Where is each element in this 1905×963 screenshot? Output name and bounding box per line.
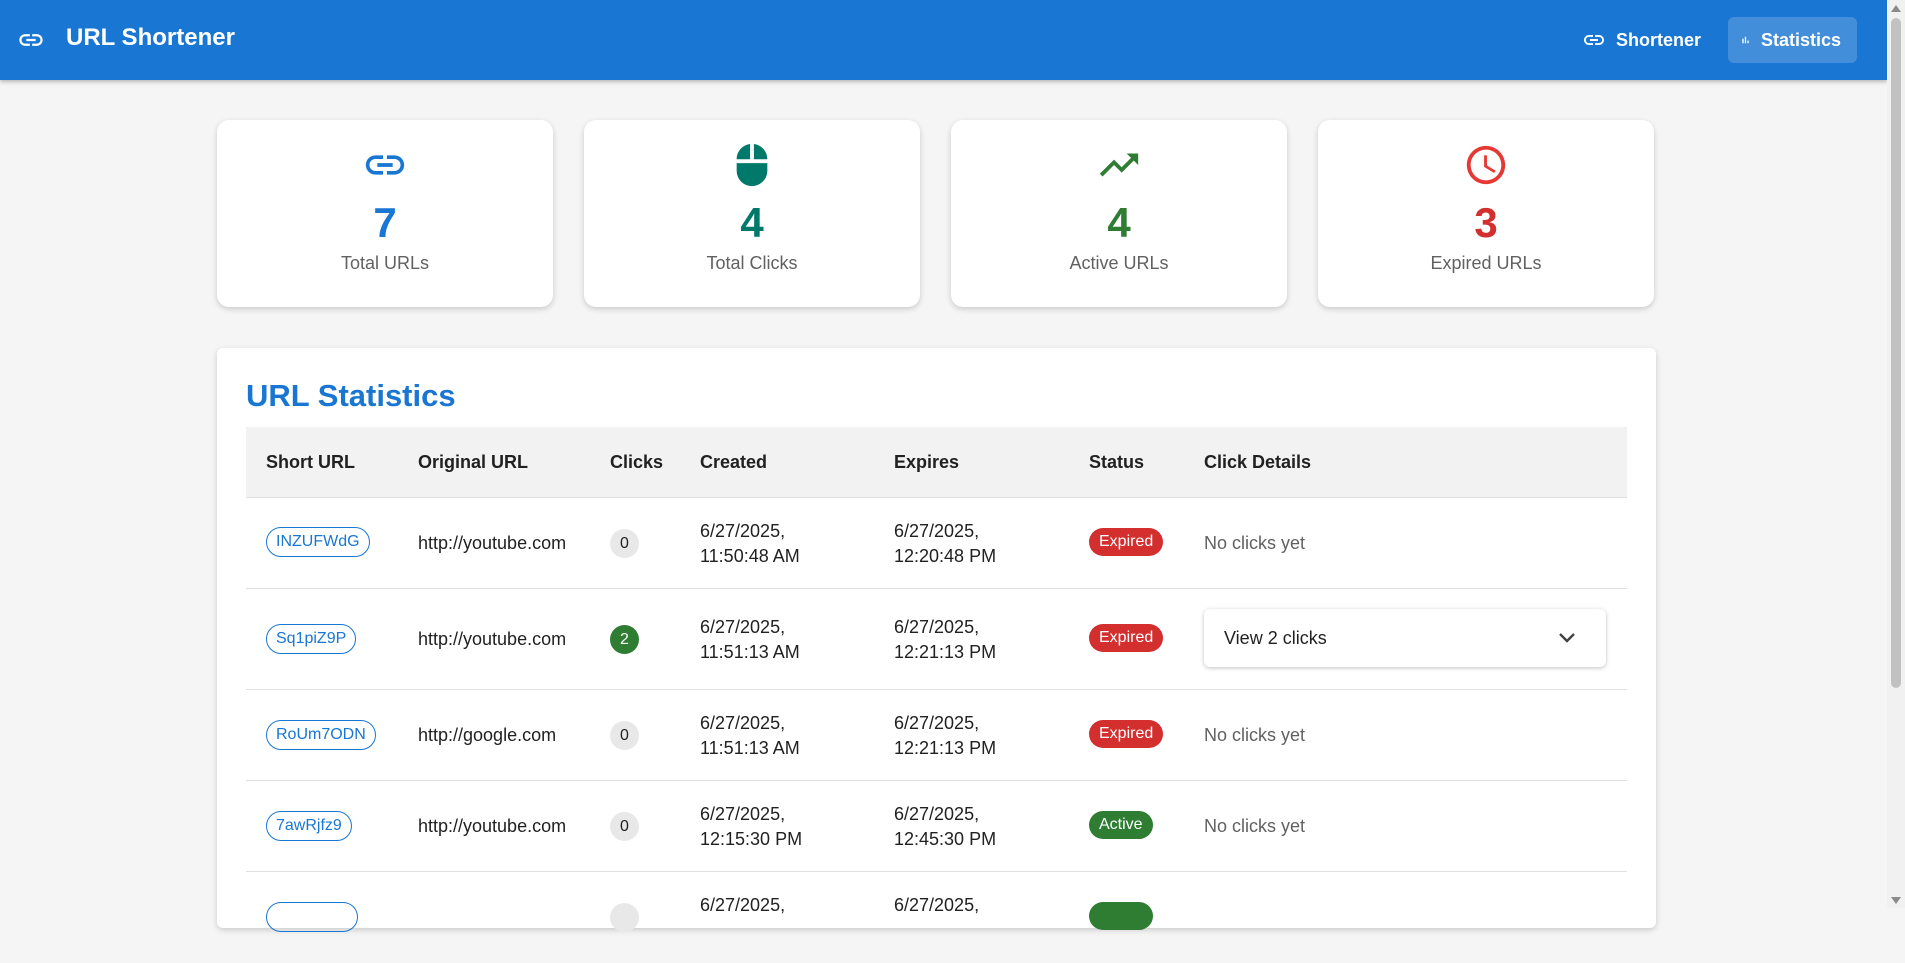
short-url-chip[interactable]: Sq1piZ9P — [266, 624, 357, 654]
app-title: URL Shortener — [66, 24, 235, 51]
stat-card-total-urls: 7 Total URLs — [217, 120, 553, 307]
header-expires: Expires — [894, 452, 960, 472]
table-row: RoUm7ODN http://google.com 0 6/27/2025, … — [246, 690, 1627, 781]
short-url-chip[interactable] — [266, 902, 358, 932]
stat-card-active-urls: 4 Active URLs — [951, 120, 1287, 307]
created-time: 11:51:13 AM — [700, 642, 800, 662]
original-url: http://youtube.com — [418, 629, 567, 649]
created-date: 6/27/2025, — [700, 617, 786, 637]
original-url: http://youtube.com — [418, 816, 567, 836]
stat-label: Total Clicks — [706, 253, 798, 273]
stat-label: Expired URLs — [1430, 253, 1542, 273]
header-short-url: Short URL — [266, 452, 355, 472]
short-url-chip[interactable]: 7awRjfz9 — [266, 811, 352, 841]
bar-chart-icon — [1742, 36, 1749, 44]
stat-value: 3 — [1474, 199, 1498, 246]
url-statistics-panel: URL Statistics Short URL Original URL Cl… — [217, 348, 1656, 932]
status-badge: Active — [1089, 811, 1153, 839]
nav-shortener-button[interactable]: Shortener — [1570, 17, 1717, 63]
expires-time: 12:21:13 PM — [894, 738, 997, 758]
chevron-down-icon — [1559, 633, 1575, 643]
stat-value: 7 — [373, 199, 397, 246]
click-count-badge — [610, 903, 639, 932]
trending-up-icon — [1099, 153, 1139, 177]
click-count-badge: 0 — [610, 812, 639, 841]
created-time: 12:15:30 PM — [700, 829, 803, 849]
page-scrollbar[interactable] — [1887, 0, 1905, 908]
created-date: 6/27/2025, — [700, 895, 786, 915]
created-date: 6/27/2025, — [700, 521, 786, 541]
scroll-down-arrow[interactable] — [1891, 897, 1901, 904]
nav-statistics-label: Statistics — [1760, 29, 1841, 50]
click-count-badge: 2 — [610, 625, 639, 654]
created-time: 11:51:13 AM — [700, 738, 800, 758]
stat-label: Active URLs — [1069, 253, 1169, 273]
mouse-icon — [736, 144, 768, 187]
app-bar: URL Shortener Shortener Statistics — [0, 0, 1887, 80]
stat-value: 4 — [740, 199, 764, 246]
status-badge: Expired — [1089, 624, 1164, 652]
stat-label: Total URLs — [340, 253, 430, 273]
expires-date: 6/27/2025, — [894, 521, 980, 541]
created-time: 11:50:48 AM — [700, 546, 800, 566]
scroll-up-arrow[interactable] — [1891, 5, 1901, 12]
panel-title: URL Statistics — [246, 378, 456, 413]
nav-shortener-label: Shortener — [1616, 29, 1702, 50]
nav-statistics-button[interactable]: Statistics — [1728, 17, 1857, 63]
link-icon — [1584, 35, 1604, 45]
header-clicks: Clicks — [610, 452, 664, 472]
stat-card-total-clicks: 4 Total Clicks — [584, 120, 920, 307]
table-row: 7awRjfz9 http://youtube.com 0 6/27/2025,… — [246, 781, 1627, 872]
expires-date: 6/27/2025, — [894, 804, 980, 824]
status-badge: Expired — [1089, 720, 1164, 748]
link-icon — [19, 34, 43, 46]
accordion-label: View 2 clicks — [1224, 628, 1327, 648]
created-date: 6/27/2025, — [700, 713, 786, 733]
original-url: http://google.com — [418, 725, 557, 745]
expires-time: 12:21:13 PM — [894, 642, 997, 662]
view-clicks-accordion[interactable]: View 2 clicks — [1204, 609, 1606, 667]
link-icon — [365, 155, 405, 175]
stat-value: 4 — [1107, 199, 1131, 246]
table-row: Sq1piZ9P http://youtube.com 2 6/27/2025,… — [246, 589, 1627, 690]
short-url-chip[interactable]: RoUm7ODN — [266, 720, 376, 750]
url-statistics-table: Short URL Original URL Clicks Created Ex… — [246, 427, 1627, 963]
expires-time: 12:45:30 PM — [894, 829, 997, 849]
status-badge: Expired — [1089, 528, 1164, 556]
expires-date: 6/27/2025, — [894, 617, 980, 637]
status-badge — [1089, 902, 1153, 930]
click-count-badge: 0 — [610, 721, 639, 750]
click-count-badge: 0 — [610, 529, 639, 558]
created-date: 6/27/2025, — [700, 804, 786, 824]
stat-card-expired-urls: 3 Expired URLs — [1318, 120, 1654, 307]
header-click-details: Click Details — [1204, 452, 1312, 472]
table-header: Short URL Original URL Clicks Created Ex… — [246, 427, 1627, 498]
header-created: Created — [700, 452, 768, 472]
header-original-url: Original URL — [418, 452, 529, 472]
clock-icon — [1466, 145, 1506, 185]
expires-date: 6/27/2025, — [894, 895, 980, 915]
expires-time: 12:20:48 PM — [894, 546, 997, 566]
header-status: Status — [1089, 452, 1145, 472]
click-details-text: No clicks yet — [1204, 816, 1306, 836]
scroll-thumb[interactable] — [1891, 18, 1901, 688]
click-details-text: No clicks yet — [1204, 533, 1306, 553]
original-url: http://youtube.com — [418, 533, 567, 553]
short-url-chip[interactable]: INZUFWdG — [266, 527, 370, 557]
table-row: 6/27/2025, 6/27/2025, — [246, 872, 1627, 963]
expires-date: 6/27/2025, — [894, 713, 980, 733]
table-row: INZUFWdG http://youtube.com 0 6/27/2025,… — [246, 498, 1627, 589]
click-details-text: No clicks yet — [1204, 725, 1306, 745]
